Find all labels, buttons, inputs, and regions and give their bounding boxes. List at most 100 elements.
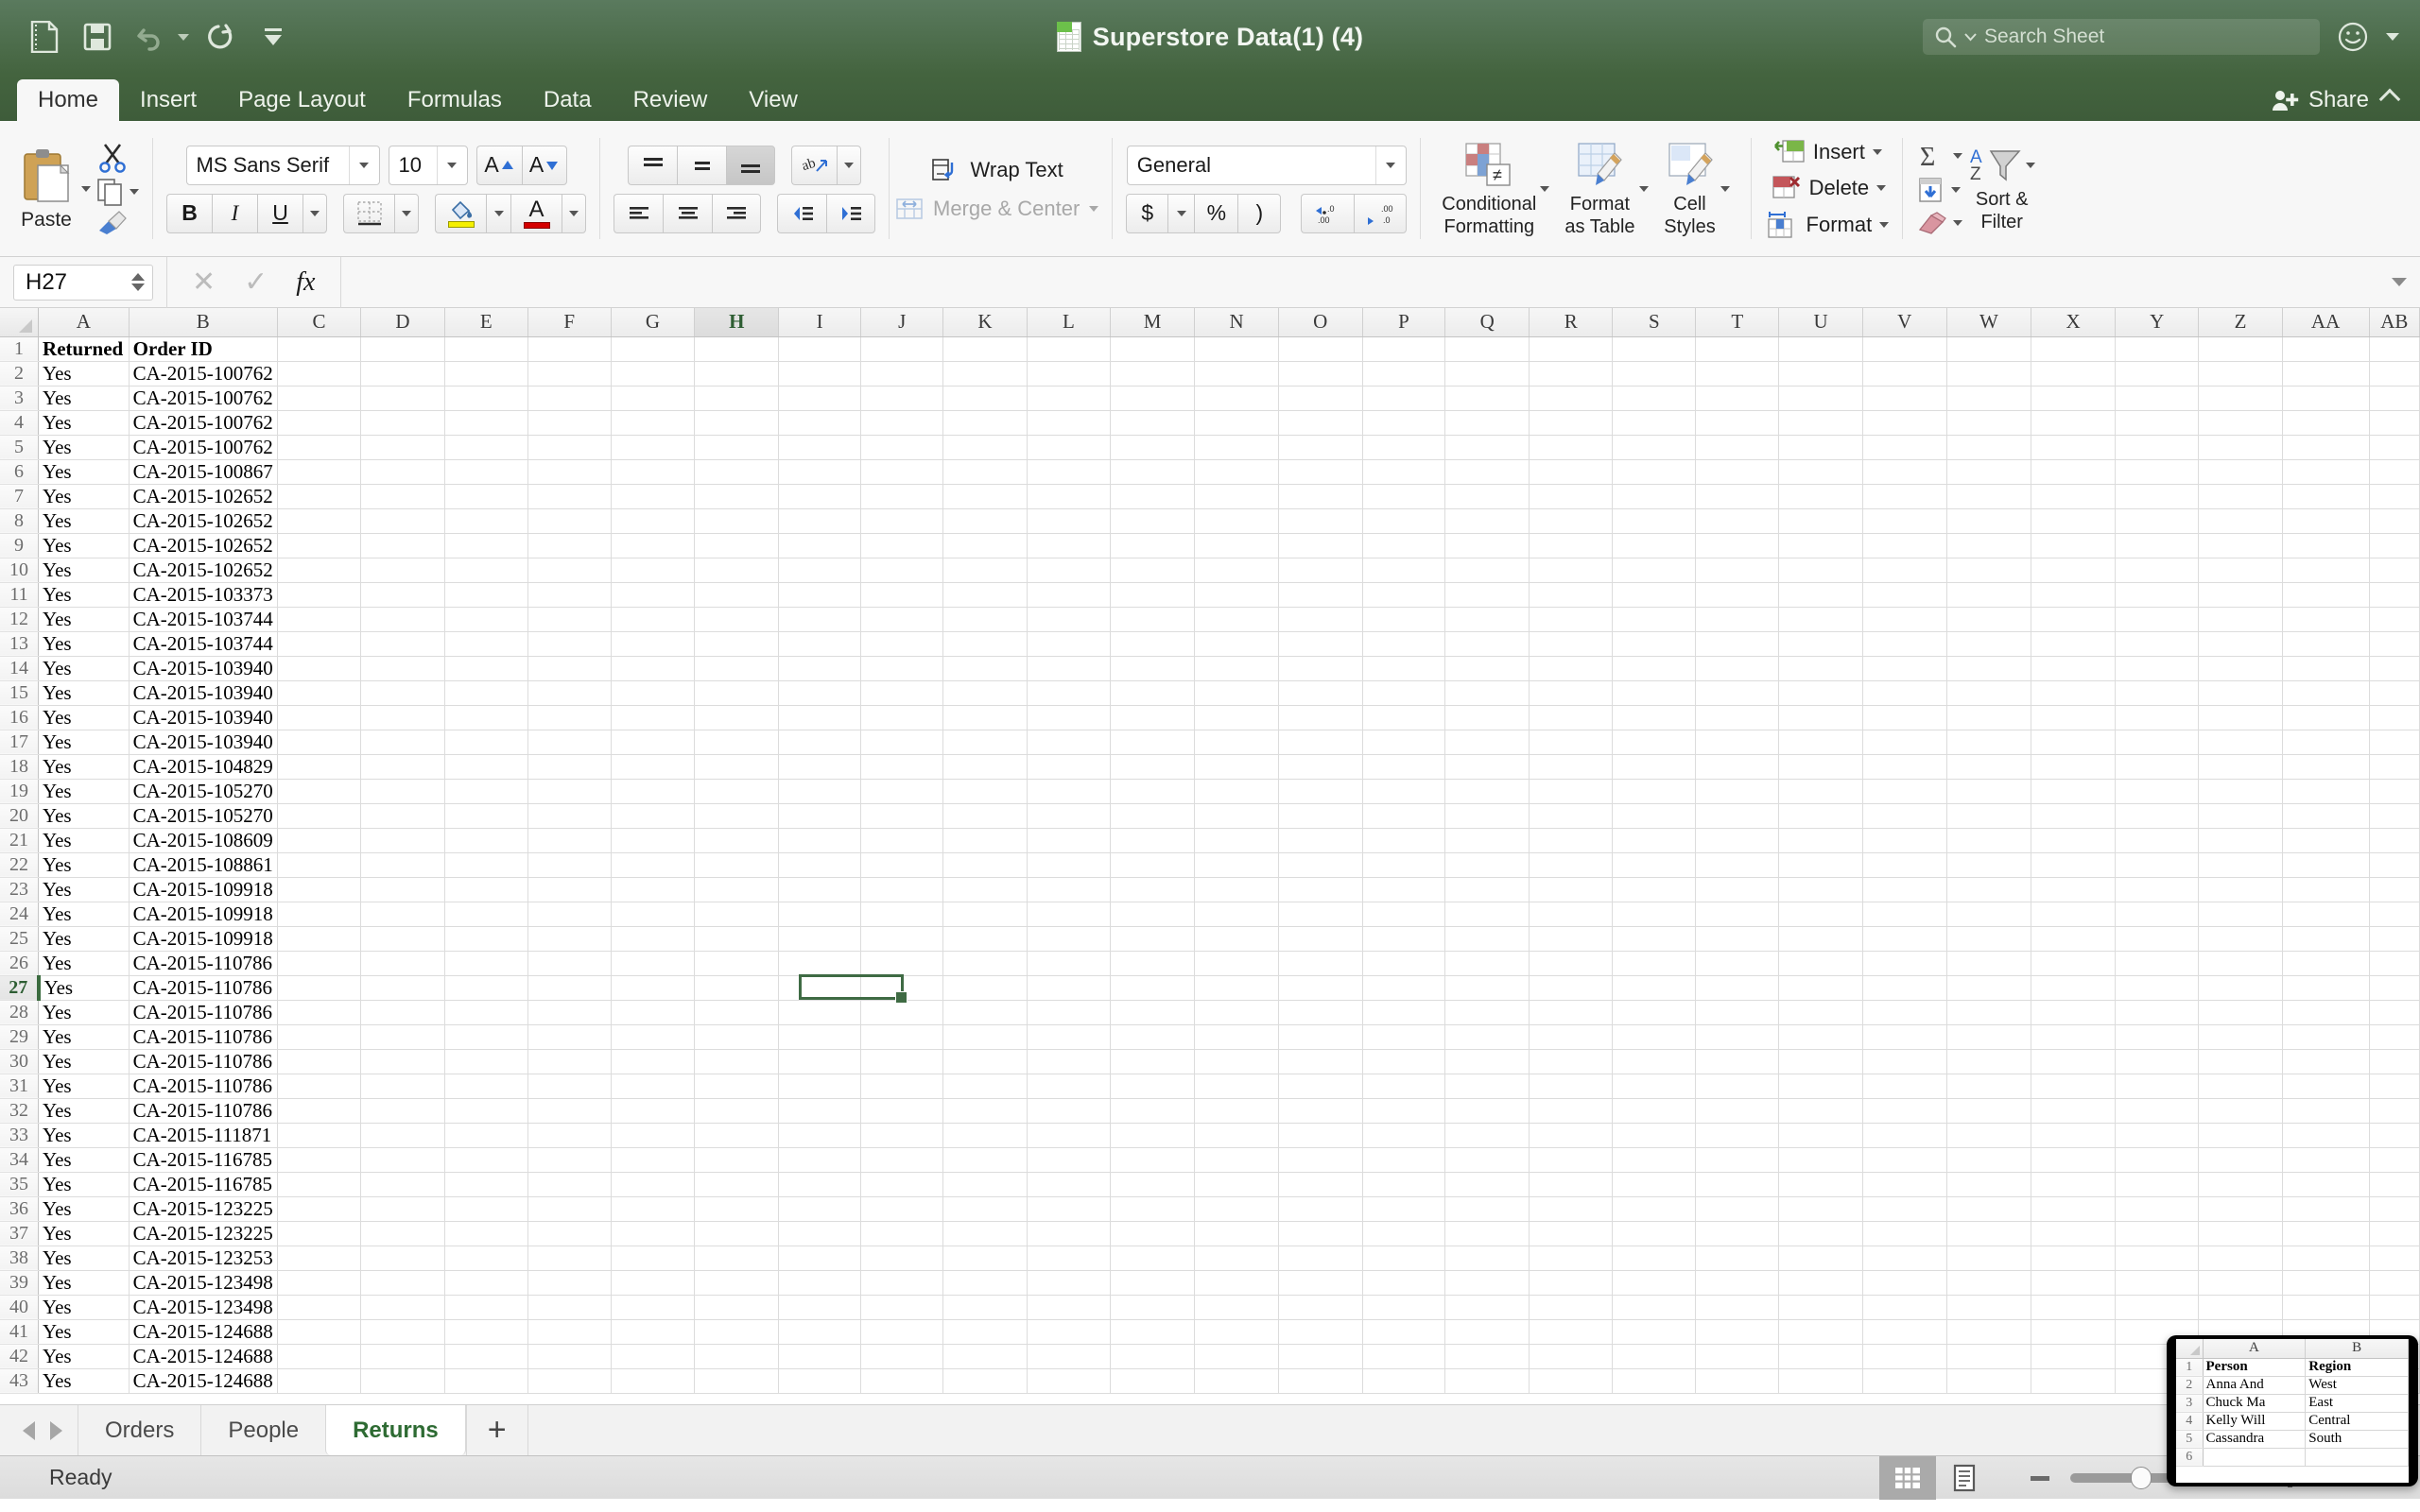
cell-C39[interactable] — [277, 1270, 360, 1295]
cell-I42[interactable] — [779, 1344, 861, 1368]
cell-L43[interactable] — [1027, 1368, 1110, 1393]
cell-B32[interactable]: CA-2015-110786 — [129, 1098, 277, 1123]
cell-C36[interactable] — [277, 1196, 360, 1221]
cell-Q29[interactable] — [1445, 1024, 1530, 1049]
cell-D40[interactable] — [361, 1295, 445, 1319]
cell-K39[interactable] — [943, 1270, 1028, 1295]
cell-A11[interactable]: Yes — [39, 582, 130, 607]
cell-P26[interactable] — [1362, 951, 1445, 975]
cell-Q15[interactable] — [1445, 680, 1530, 705]
cell-X12[interactable] — [2031, 607, 2116, 631]
cell-W33[interactable] — [1946, 1123, 2031, 1147]
cell-V21[interactable] — [1862, 828, 1946, 852]
cell-Y1[interactable] — [2115, 336, 2199, 361]
cell-AB33[interactable] — [2369, 1123, 2419, 1147]
cell-L29[interactable] — [1027, 1024, 1110, 1049]
cell-N5[interactable] — [1195, 435, 1279, 459]
cell-Q33[interactable] — [1445, 1123, 1530, 1147]
cell-C27[interactable] — [277, 975, 360, 1000]
cell-I3[interactable] — [779, 386, 861, 410]
cell-N40[interactable] — [1195, 1295, 1279, 1319]
cell-Y13[interactable] — [2115, 631, 2199, 656]
cell-Y16[interactable] — [2115, 705, 2199, 730]
cell-Y22[interactable] — [2115, 852, 2199, 877]
cell-T27[interactable] — [1696, 975, 1779, 1000]
cell-J14[interactable] — [861, 656, 943, 680]
cell-Q28[interactable] — [1445, 1000, 1530, 1024]
cell-U18[interactable] — [1779, 754, 1863, 779]
copy-button[interactable] — [96, 178, 139, 206]
cell-N19[interactable] — [1195, 779, 1279, 803]
cell-S26[interactable] — [1613, 951, 1696, 975]
cell-H31[interactable] — [695, 1074, 779, 1098]
row-header-14[interactable]: 14 — [0, 656, 39, 680]
cell-AA33[interactable] — [2282, 1123, 2369, 1147]
cell-Q31[interactable] — [1445, 1074, 1530, 1098]
cell-AB26[interactable] — [2369, 951, 2419, 975]
cell-AA18[interactable] — [2282, 754, 2369, 779]
cell-P28[interactable] — [1362, 1000, 1445, 1024]
cell-L9[interactable] — [1027, 533, 1110, 558]
borders-button[interactable] — [343, 194, 394, 233]
cell-E14[interactable] — [444, 656, 527, 680]
cell-K24[interactable] — [943, 902, 1028, 926]
cell-D16[interactable] — [361, 705, 445, 730]
cell-I43[interactable] — [779, 1368, 861, 1393]
cell-AB22[interactable] — [2369, 852, 2419, 877]
cell-X22[interactable] — [2031, 852, 2116, 877]
cell-I9[interactable] — [779, 533, 861, 558]
font-size-select[interactable]: 10 — [389, 146, 468, 185]
smiley-face-icon[interactable] — [2337, 21, 2369, 53]
cell-K21[interactable] — [943, 828, 1028, 852]
cell-J36[interactable] — [861, 1196, 943, 1221]
cell-I32[interactable] — [779, 1098, 861, 1123]
cell-U30[interactable] — [1779, 1049, 1863, 1074]
cell-O9[interactable] — [1278, 533, 1362, 558]
font-name-select[interactable]: MS Sans Serif — [186, 146, 380, 185]
cell-S8[interactable] — [1613, 508, 1696, 533]
cell-V11[interactable] — [1862, 582, 1946, 607]
cell-P25[interactable] — [1362, 926, 1445, 951]
cell-B6[interactable]: CA-2015-100867 — [129, 459, 277, 484]
cell-D18[interactable] — [361, 754, 445, 779]
cell-E33[interactable] — [444, 1123, 527, 1147]
cell-K30[interactable] — [943, 1049, 1028, 1074]
cell-AA3[interactable] — [2282, 386, 2369, 410]
cell-L6[interactable] — [1027, 459, 1110, 484]
cell-J11[interactable] — [861, 582, 943, 607]
cell-B35[interactable]: CA-2015-116785 — [129, 1172, 277, 1196]
cell-R24[interactable] — [1530, 902, 1613, 926]
cell-AB34[interactable] — [2369, 1147, 2419, 1172]
cell-J2[interactable] — [861, 361, 943, 386]
cell-AA37[interactable] — [2282, 1221, 2369, 1246]
cell-F27[interactable] — [527, 975, 611, 1000]
cell-T42[interactable] — [1696, 1344, 1779, 1368]
column-header-q[interactable]: Q — [1445, 308, 1530, 336]
cell-I11[interactable] — [779, 582, 861, 607]
cell-B26[interactable]: CA-2015-110786 — [129, 951, 277, 975]
cell-M21[interactable] — [1110, 828, 1194, 852]
cell-Z31[interactable] — [2199, 1074, 2282, 1098]
cell-A13[interactable]: Yes — [39, 631, 130, 656]
cell-P5[interactable] — [1362, 435, 1445, 459]
cell-C6[interactable] — [277, 459, 360, 484]
cell-T5[interactable] — [1696, 435, 1779, 459]
cell-P4[interactable] — [1362, 410, 1445, 435]
cell-R15[interactable] — [1530, 680, 1613, 705]
cell-F12[interactable] — [527, 607, 611, 631]
cell-D28[interactable] — [361, 1000, 445, 1024]
cell-H34[interactable] — [695, 1147, 779, 1172]
cell-M37[interactable] — [1110, 1221, 1194, 1246]
cell-H17[interactable] — [695, 730, 779, 754]
cell-F31[interactable] — [527, 1074, 611, 1098]
cell-AA16[interactable] — [2282, 705, 2369, 730]
cell-Z6[interactable] — [2199, 459, 2282, 484]
cell-R22[interactable] — [1530, 852, 1613, 877]
cell-X25[interactable] — [2031, 926, 2116, 951]
cell-Y28[interactable] — [2115, 1000, 2199, 1024]
cell-K32[interactable] — [943, 1098, 1028, 1123]
cell-L40[interactable] — [1027, 1295, 1110, 1319]
cell-B29[interactable]: CA-2015-110786 — [129, 1024, 277, 1049]
cell-X8[interactable] — [2031, 508, 2116, 533]
cell-B15[interactable]: CA-2015-103940 — [129, 680, 277, 705]
